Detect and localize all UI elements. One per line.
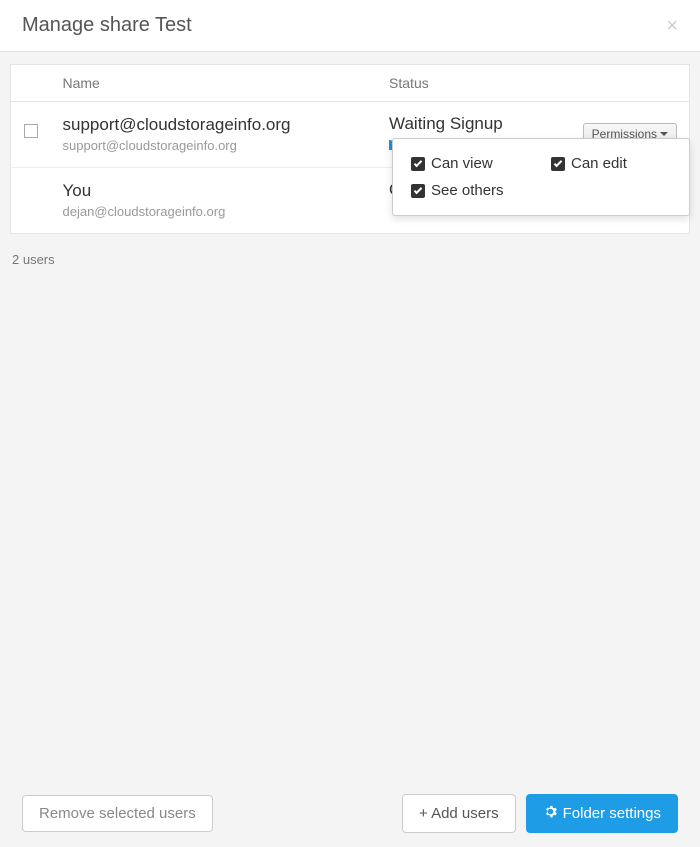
checkbox-checked-icon <box>411 157 425 171</box>
permission-can-edit[interactable]: Can edit <box>551 155 671 172</box>
column-checkbox <box>11 65 51 102</box>
column-status: Status <box>377 65 571 102</box>
user-status: Waiting Signup <box>389 114 559 134</box>
column-name: Name <box>51 65 378 102</box>
user-name: You <box>63 180 366 202</box>
footer-toolbar: Remove selected users + Add users Folder… <box>0 780 700 847</box>
checkbox-checked-icon <box>411 184 425 198</box>
chevron-down-icon <box>660 132 668 136</box>
checkbox-checked-icon <box>551 157 565 171</box>
permission-see-others[interactable]: See others <box>411 182 531 199</box>
users-table: Name Status support@cloudstorageinfo.org… <box>10 64 690 234</box>
permission-can-view[interactable]: Can view <box>411 155 531 172</box>
user-email: support@cloudstorageinfo.org <box>63 138 366 153</box>
user-email: dejan@cloudstorageinfo.org <box>63 204 366 219</box>
table-row: support@cloudstorageinfo.org support@clo… <box>11 102 690 168</box>
page-title: Manage share Test <box>22 14 192 37</box>
gear-icon <box>543 804 558 823</box>
user-name: support@cloudstorageinfo.org <box>63 114 366 136</box>
content-area: Name Status support@cloudstorageinfo.org… <box>0 52 700 285</box>
modal-header: Manage share Test × <box>0 0 700 52</box>
folder-settings-button[interactable]: Folder settings <box>526 794 678 833</box>
column-actions <box>571 65 690 102</box>
permission-label: Can view <box>431 155 493 172</box>
folder-settings-label: Folder settings <box>563 805 661 822</box>
add-users-button[interactable]: + Add users <box>402 794 516 833</box>
close-icon: × <box>666 15 678 37</box>
remove-selected-button[interactable]: Remove selected users <box>22 795 213 832</box>
permission-label: See others <box>431 182 504 199</box>
close-button[interactable]: × <box>666 16 678 36</box>
permissions-dropdown: Can view Can edit See others <box>392 138 690 216</box>
row-checkbox[interactable] <box>24 124 38 138</box>
user-count: 2 users <box>10 234 690 285</box>
permission-label: Can edit <box>571 155 627 172</box>
